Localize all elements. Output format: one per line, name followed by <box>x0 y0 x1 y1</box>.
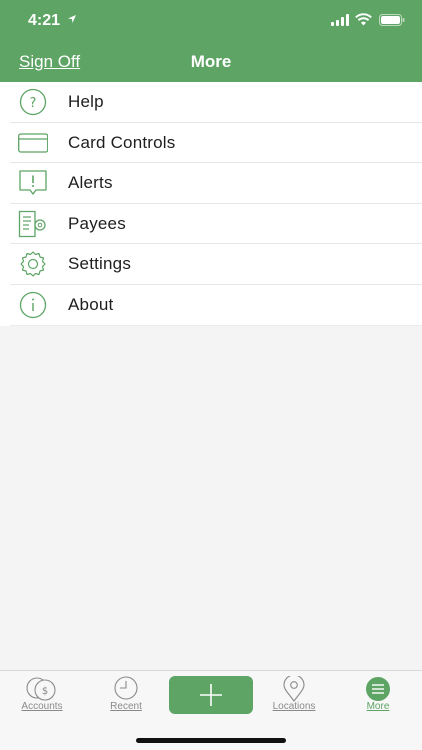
menu-item-card-controls[interactable]: Card Controls <box>10 123 422 164</box>
page-title: More <box>190 52 232 71</box>
app-header: 4:21 Sign Off More <box>0 0 422 82</box>
accounts-coins-icon: $ <box>26 677 56 701</box>
location-pin-icon <box>283 676 305 702</box>
tab-label: Accounts <box>21 701 63 712</box>
location-arrow-icon <box>68 15 76 23</box>
svg-text:?: ? <box>30 96 37 111</box>
payees-icon <box>18 210 46 237</box>
tab-accounts[interactable]: $ Accounts <box>0 671 84 719</box>
tab-label: More <box>366 701 390 712</box>
menu-item-label: Settings <box>68 254 132 274</box>
more-menu-icon <box>366 677 390 701</box>
tab-locations[interactable]: Locations <box>252 671 336 719</box>
menu-item-payees[interactable]: Payees <box>10 204 422 245</box>
battery-icon <box>379 14 405 26</box>
navigation-bar: Sign Off More <box>0 40 422 82</box>
recent-clock-icon <box>114 676 138 700</box>
menu-item-label: About <box>68 294 114 314</box>
menu-item-help[interactable]: ? Help <box>10 82 422 123</box>
cellular-signal-icon <box>331 14 349 26</box>
menu-item-alerts[interactable]: Alerts <box>10 163 422 204</box>
svg-text:$: $ <box>42 686 48 697</box>
menu-item-label: Help <box>68 92 104 111</box>
tab-recent[interactable]: Recent <box>84 671 168 719</box>
help-icon: ? <box>19 88 47 116</box>
menu-item-label: Alerts <box>68 173 113 193</box>
home-indicator <box>136 738 286 743</box>
menu-item-about[interactable]: About <box>10 285 422 326</box>
info-icon <box>19 291 47 319</box>
tab-label: Locations <box>272 701 316 712</box>
alert-icon <box>19 170 47 195</box>
plus-icon <box>200 684 222 706</box>
tab-label: Recent <box>110 701 142 712</box>
status-time: 4:21 <box>28 12 61 29</box>
card-icon <box>18 132 48 153</box>
menu-item-settings[interactable]: Settings <box>10 244 422 285</box>
more-menu-list: ? Help Card Controls Alerts Payees Setti… <box>0 82 422 326</box>
add-button[interactable] <box>169 676 253 714</box>
menu-item-label: Payees <box>68 213 126 233</box>
status-bar: 4:21 <box>0 0 422 40</box>
settings-gear-icon <box>20 251 46 277</box>
wifi-icon <box>355 13 372 26</box>
menu-item-label: Card Controls <box>68 132 176 152</box>
tab-more[interactable]: More <box>336 671 420 719</box>
